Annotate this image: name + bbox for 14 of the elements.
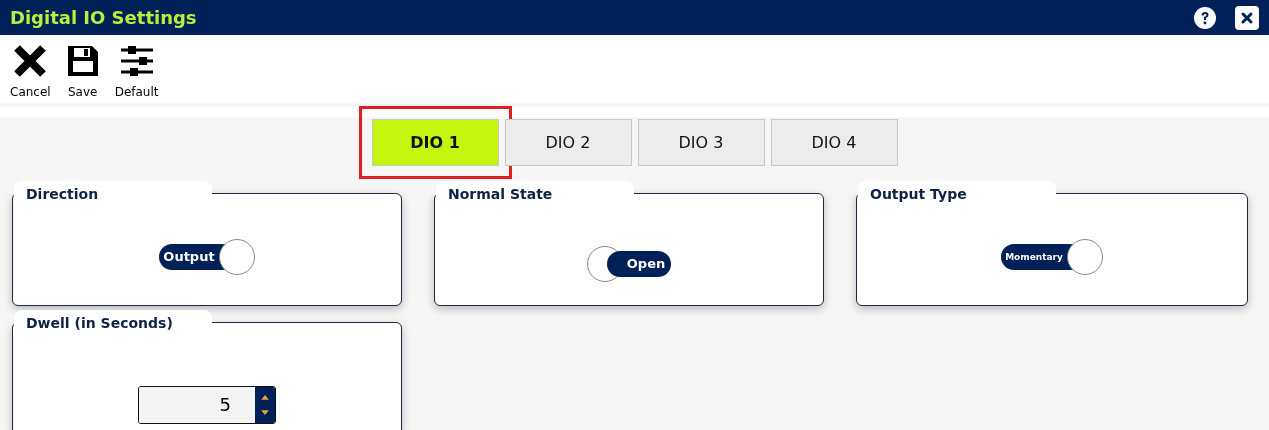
tab[interactable]: DIO 1	[371, 118, 499, 166]
close-icon[interactable]	[1235, 5, 1259, 30]
sliders-icon	[118, 43, 155, 79]
tab[interactable]: DIO 3	[637, 118, 765, 166]
spinner-arrows-icon[interactable]	[260, 393, 270, 416]
close-icon	[12, 43, 49, 79]
default-button[interactable]: Default	[110, 41, 163, 103]
save-button[interactable]: Save	[60, 41, 105, 103]
help-icon[interactable]	[1193, 5, 1217, 30]
cancel-button[interactable]: Cancel	[6, 41, 55, 103]
window-title: Digital IO Settings	[10, 7, 197, 28]
tab[interactable]: DIO 4	[770, 118, 898, 166]
number-field[interactable]: 5	[138, 385, 276, 424]
tab[interactable]: DIO 2	[504, 118, 632, 166]
